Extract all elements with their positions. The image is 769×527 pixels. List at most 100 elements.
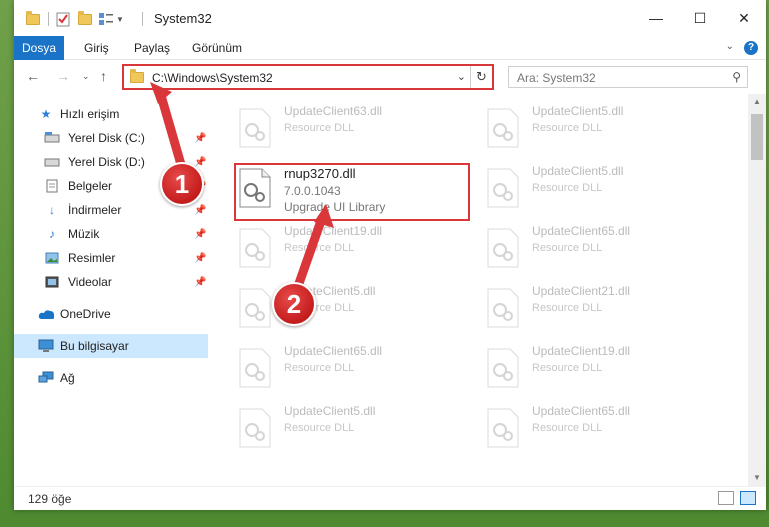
sidebar-item-music[interactable]: ♪ Müzik 📌 [14,222,208,246]
sidebar-item-label: Ağ [60,371,75,385]
list-item[interactable]: UpdateClient5.dll Resource DLL [470,158,710,216]
sidebar-item-this-pc[interactable]: Bu bilgisayar [14,334,208,358]
dll-file-icon [487,348,519,388]
dll-file-icon [487,168,519,208]
list-item[interactable]: UpdateClient65.dll Resource DLL [470,218,710,276]
sidebar-item-label: Hızlı erişim [60,107,120,121]
refresh-icon[interactable]: ↻ [470,66,492,88]
file-name: UpdateClient65.dll [532,404,631,418]
file-description: Resource DLL [284,422,355,434]
file-description: Resource DLL [532,422,603,434]
file-name: UpdateClient21.dll [532,284,631,298]
vertical-scrollbar[interactable]: ▲ ▼ [748,94,766,486]
sidebar-item-label: Bu bilgisayar [60,339,129,353]
file-description: Resource DLL [532,182,603,194]
quick-access-toolbar [26,10,40,28]
window-title: System32 [154,11,212,26]
sidebar-item-label: İndirmeler [68,203,122,217]
list-item[interactable]: UpdateClient65.dll Resource DLL [222,338,462,396]
explorer-window: ▼ System32 — ☐ ✕ Dosya Giriş Paylaş Görü… [14,0,766,510]
scrollbar-thumb[interactable] [751,114,763,160]
file-name: UpdateClient63.dll [284,104,383,118]
pin-icon[interactable]: 📌 [194,253,206,264]
file-name: UpdateClient5.dll [532,104,624,118]
list-item[interactable]: UpdateClient5.dll Resource DLL [222,278,462,336]
dll-file-icon [487,408,519,448]
list-item[interactable]: UpdateClient5.dll Resource DLL [470,98,710,156]
drive-icon [44,154,60,170]
videos-icon [44,274,60,290]
star-icon: ★ [40,107,52,121]
list-item[interactable]: UpdateClient19.dll Resource DLL [222,218,462,276]
sidebar-item-network[interactable]: Ağ [14,366,208,390]
tab-view[interactable]: Görünüm [192,36,242,60]
pin-icon[interactable]: 📌 [194,157,206,168]
scroll-down-icon[interactable]: ▼ [748,470,766,486]
file-description: Resource DLL [532,122,603,134]
back-arrow-icon[interactable]: ← [26,68,40,84]
chevron-down-icon[interactable]: ▼ [116,15,124,24]
status-bar: 129 öğe [14,486,766,510]
toolbar-separator [48,12,49,26]
properties-icon[interactable] [56,11,70,27]
maximize-button[interactable]: ☐ [678,4,722,32]
recent-locations-icon[interactable]: ⌄ [82,71,90,82]
large-icons-view-icon[interactable] [740,491,756,505]
file-name: UpdateClient5.dll [284,404,376,418]
forward-arrow-icon[interactable]: → [56,68,70,84]
chevron-down-icon[interactable]: ⌄ [457,70,466,83]
folder-icon [130,69,144,83]
navigation-pane: ★ Hızlı erişim Yerel Disk (C:) 📌 Yerel D… [14,94,208,486]
tab-home[interactable]: Giriş [84,36,109,60]
pin-icon[interactable]: 📌 [194,277,206,288]
sidebar-item-label: Müzik [68,227,100,241]
sidebar-item-pictures[interactable]: Resimler 📌 [14,246,208,270]
file-description: Resource DLL [532,242,603,254]
search-placeholder[interactable]: Ara: System32 [517,71,596,85]
item-count: 129 öğe [28,492,72,506]
list-item[interactable]: UpdateClient5.dll Resource DLL [222,398,462,456]
search-input[interactable]: Ara: System32 ⚲ [508,66,748,88]
file-name: UpdateClient19.dll [284,224,383,238]
title-bar: ▼ System32 — ☐ ✕ [14,0,766,36]
list-item[interactable]: UpdateClient65.dll Resource DLL [470,398,710,456]
list-item[interactable]: UpdateClient63.dll Resource DLL [222,98,462,156]
help-icon[interactable]: ? [744,41,758,55]
file-description: Resource DLL [532,362,603,374]
file-name: UpdateClient19.dll [532,344,631,358]
address-text[interactable]: C:\Windows\System32 [152,71,273,85]
sidebar-item-quick-access[interactable]: ★ Hızlı erişim [14,102,208,126]
file-name: UpdateClient65.dll [284,344,383,358]
pin-icon[interactable]: 📌 [194,205,206,216]
pin-icon[interactable]: 📌 [194,229,206,240]
scroll-up-icon[interactable]: ▲ [748,94,766,110]
close-button[interactable]: ✕ [722,4,766,32]
sidebar-item-disk-c[interactable]: Yerel Disk (C:) 📌 [14,126,208,150]
sidebar-item-videos[interactable]: Videolar 📌 [14,270,208,294]
sidebar-item-label: OneDrive [60,307,111,321]
dll-file-icon [487,108,519,148]
drive-icon [44,130,60,146]
new-folder-icon[interactable] [78,10,92,25]
dll-file-icon [487,228,519,268]
sidebar-item-label: Belgeler [68,179,113,193]
details-view-icon[interactable] [718,491,734,505]
address-bar[interactable]: C:\Windows\System32 ⌄ ↻ [122,64,494,90]
pin-icon[interactable]: 📌 [194,133,206,144]
sidebar-item-onedrive[interactable]: OneDrive [14,302,208,326]
list-item[interactable]: UpdateClient19.dll Resource DLL [470,338,710,396]
file-description: Resource DLL [284,362,355,374]
customize-toolbar-icon[interactable] [98,12,114,26]
minimize-button[interactable]: — [634,4,678,32]
dll-file-icon [239,288,271,328]
ribbon-tabs: Dosya Giriş Paylaş Görünüm ⌄ ? [14,36,766,60]
cloud-icon [38,306,54,322]
tab-share[interactable]: Paylaş [134,36,170,60]
chevron-down-icon[interactable]: ⌄ [726,41,734,52]
up-arrow-icon[interactable]: ↑ [100,68,107,84]
file-description: Resource DLL [532,302,603,314]
tab-file[interactable]: Dosya [14,36,64,60]
list-item[interactable]: UpdateClient21.dll Resource DLL [470,278,710,336]
search-icon[interactable]: ⚲ [732,70,741,84]
computer-icon [38,338,54,354]
